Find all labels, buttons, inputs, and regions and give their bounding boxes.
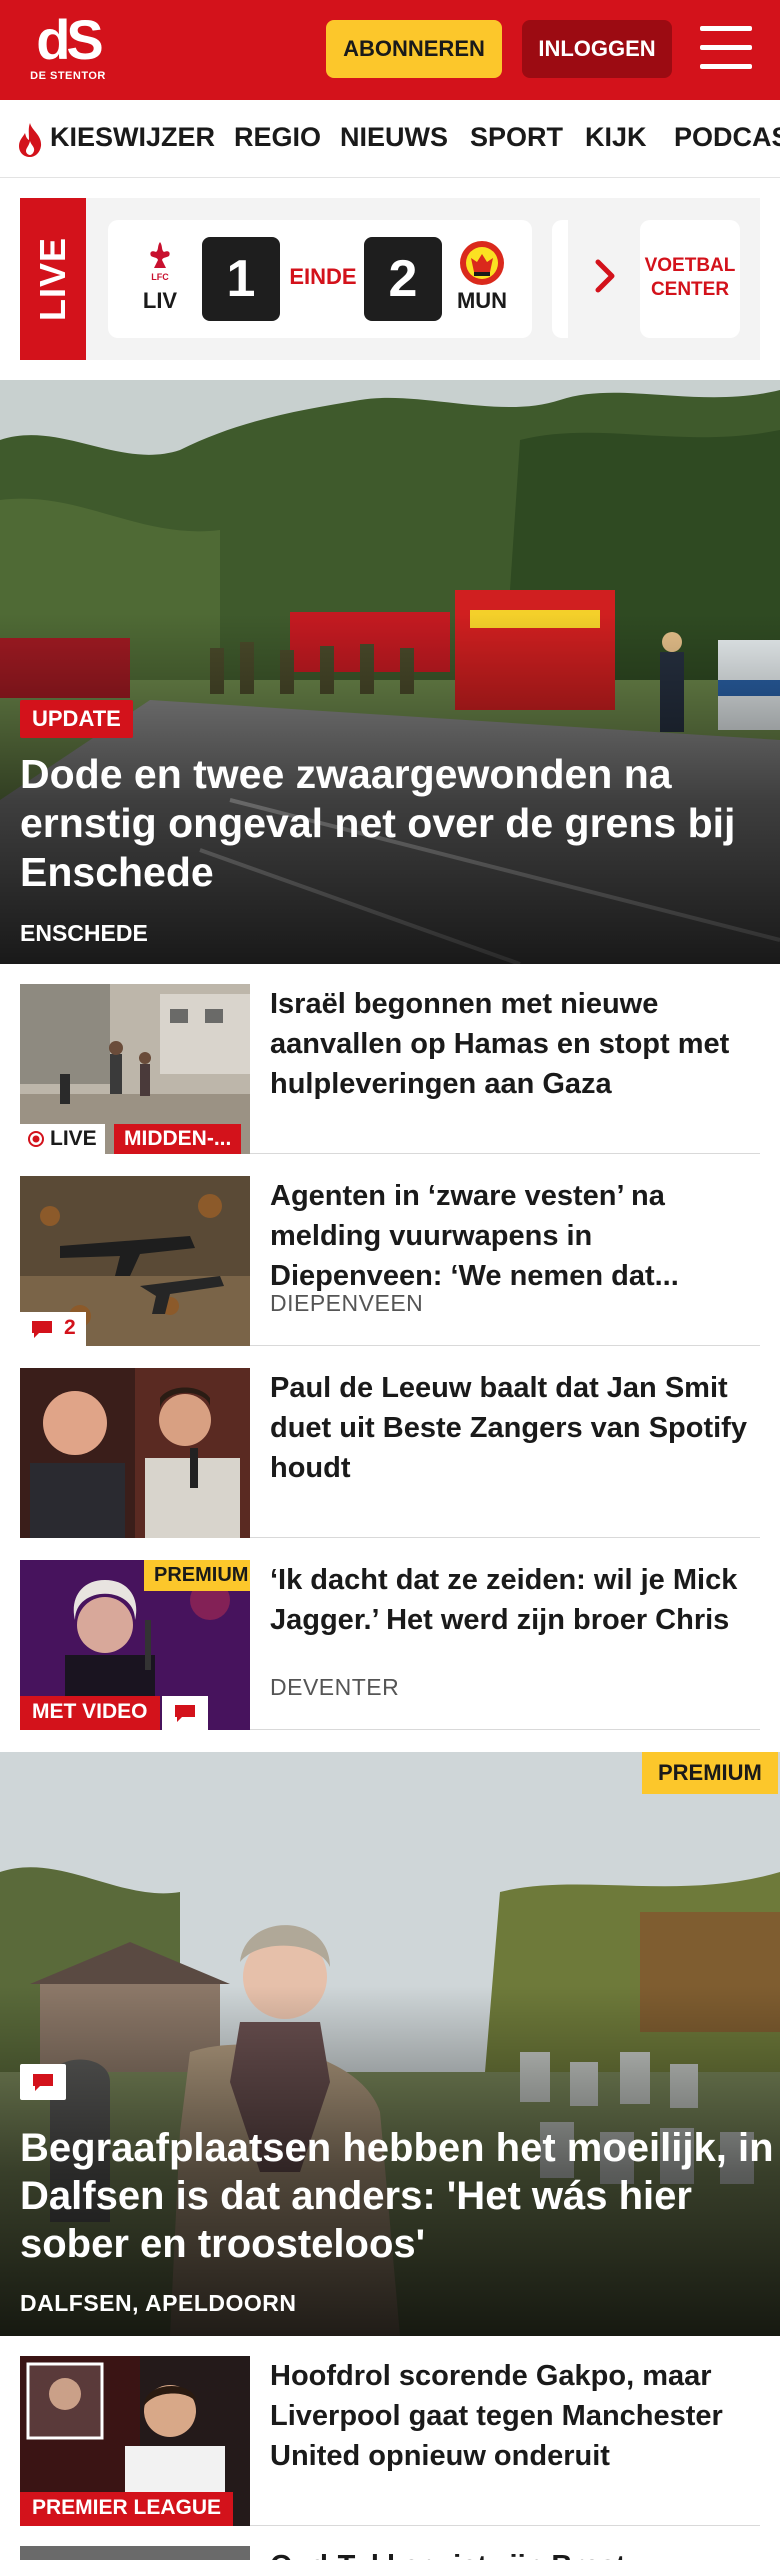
article-thumbnail: LIVE MIDDEN-... (20, 984, 250, 1154)
article-title[interactable]: Hoofdrol scorende Gakpo, maar Liverpool … (270, 2356, 760, 2476)
manchester-united-crest-icon (460, 241, 504, 285)
article-title[interactable]: Agenten in ‘zware vesten’ na melding vuu… (270, 1176, 760, 1296)
article-thumbnail: 2 (20, 1176, 250, 1346)
live-badge-label: LIVE (50, 1127, 97, 1150)
lead-story[interactable]: UPDATE Dode en twee zwaargewonden na ern… (0, 380, 780, 964)
nav-item-regio[interactable]: REGIO (234, 122, 321, 153)
featured-story-location: DALFSEN, APELDOORN (20, 2290, 297, 2316)
away-score: 2 (364, 237, 442, 321)
article-title[interactable]: Oud-Tukker ziet zijn Brest... (270, 2546, 650, 2560)
nav-item-nieuws[interactable]: NIEUWS (340, 122, 448, 153)
article-title[interactable]: Paul de Leeuw baalt dat Jan Smit duet ui… (270, 1368, 760, 1488)
hamburger-menu-icon[interactable] (700, 26, 752, 70)
lead-story-location: ENSCHEDE (20, 920, 148, 946)
list-item[interactable]: PREMIUM MET VIDEO ‘Ik dacht dat ze zeide… (20, 1540, 760, 1730)
list-item[interactable]: LIVE MIDDEN-... Israël begonnen met nieu… (20, 964, 760, 1154)
update-tag: UPDATE (20, 700, 133, 738)
comment-icon (32, 1321, 52, 1338)
list-item[interactable]: Oud-Tukker ziet zijn Brest... (20, 2546, 760, 2560)
away-team: MUN (456, 288, 508, 313)
video-tag: MET VIDEO (20, 1696, 160, 1730)
live-tab-label: LIVE (32, 236, 73, 322)
nav-item-kijk[interactable]: KIJK (585, 122, 647, 153)
comment-icon (175, 1705, 195, 1722)
singers-photo (20, 1368, 250, 1538)
article-location: DIEPENVEEN (270, 1290, 424, 1316)
article-thumbnail (20, 2546, 250, 2560)
football-center-link[interactable]: VOETBAL CENTER (640, 220, 740, 338)
live-tab[interactable]: LIVE (20, 198, 86, 360)
comment-badge: 2 (20, 1312, 86, 1346)
comment-badge (162, 1696, 208, 1730)
live-badge: LIVE (20, 1124, 105, 1154)
logo-subtitle: DE STENTOR (30, 70, 106, 82)
list-item[interactable]: 2 Agenten in ‘zware vesten’ na melding v… (20, 1156, 760, 1346)
match-card-peek[interactable] (552, 220, 568, 338)
nav-item-podcasts[interactable]: PODCAS (674, 122, 780, 153)
premium-badge: PREMIUM (144, 1560, 250, 1591)
match-card[interactable]: LFC LIV 1 EINDE 2 MUN (108, 220, 532, 338)
lead-story-title[interactable]: Dode en twee zwaargewonden na ernstig on… (20, 750, 760, 897)
section-tag: MIDDEN-... (114, 1124, 242, 1154)
flame-icon (19, 123, 42, 157)
live-scores-strip: LIVE LFC LIV 1 EINDE 2 MUN VOETBAL CENTE… (20, 198, 760, 360)
svg-text:LFC: LFC (151, 272, 169, 282)
article-location: DEVENTER (270, 1674, 400, 1700)
live-dot-icon (28, 1131, 44, 1147)
list-item[interactable]: PREMIER LEAGUE Hoofdrol scorende Gakpo, … (20, 2336, 760, 2526)
article-thumbnail (20, 1368, 250, 1538)
article-thumbnail: PREMIUM MET VIDEO (20, 1560, 250, 1730)
featured-story[interactable]: PREMIUM Begraafplaatsen hebben het moeil… (0, 1752, 780, 2336)
section-nav: KIESWIJZER REGIO NIEUWS SPORT KIJK PODCA… (0, 100, 780, 178)
home-team: LIV (142, 288, 178, 313)
site-logo[interactable]: dS DE STENTOR (28, 12, 118, 90)
comment-icon (33, 2074, 53, 2091)
comment-badge (20, 2064, 66, 2100)
home-score: 1 (202, 237, 280, 321)
login-button[interactable]: INLOGGEN (522, 20, 672, 78)
logo-mark: dS (36, 8, 104, 71)
article-title[interactable]: Israël begonnen met nieuwe aanvallen op … (270, 984, 760, 1104)
comment-count: 2 (64, 1316, 76, 1339)
article-title[interactable]: ‘Ik dacht dat ze zeiden: wil je Mick Jag… (270, 1560, 760, 1640)
article-thumbnail: PREMIER LEAGUE (20, 2356, 250, 2526)
nav-item-sport[interactable]: SPORT (470, 122, 563, 153)
featured-story-title[interactable]: Begraafplaatsen hebben het moeilijk, in … (20, 2124, 780, 2268)
site-header: dS DE STENTOR ABONNEREN INLOGGEN (0, 0, 780, 100)
liverpool-crest-icon: LFC (150, 242, 170, 282)
match-status: EINDE (289, 264, 357, 289)
premium-badge: PREMIUM (642, 1752, 778, 1794)
list-item[interactable]: Paul de Leeuw baalt dat Jan Smit duet ui… (20, 1348, 760, 1538)
section-tag: PREMIER LEAGUE (20, 2492, 234, 2526)
chevron-right-icon[interactable] (590, 256, 622, 296)
subscribe-button[interactable]: ABONNEREN (326, 20, 502, 78)
nav-item-kieswijzer[interactable]: KIESWIJZER (50, 122, 215, 153)
